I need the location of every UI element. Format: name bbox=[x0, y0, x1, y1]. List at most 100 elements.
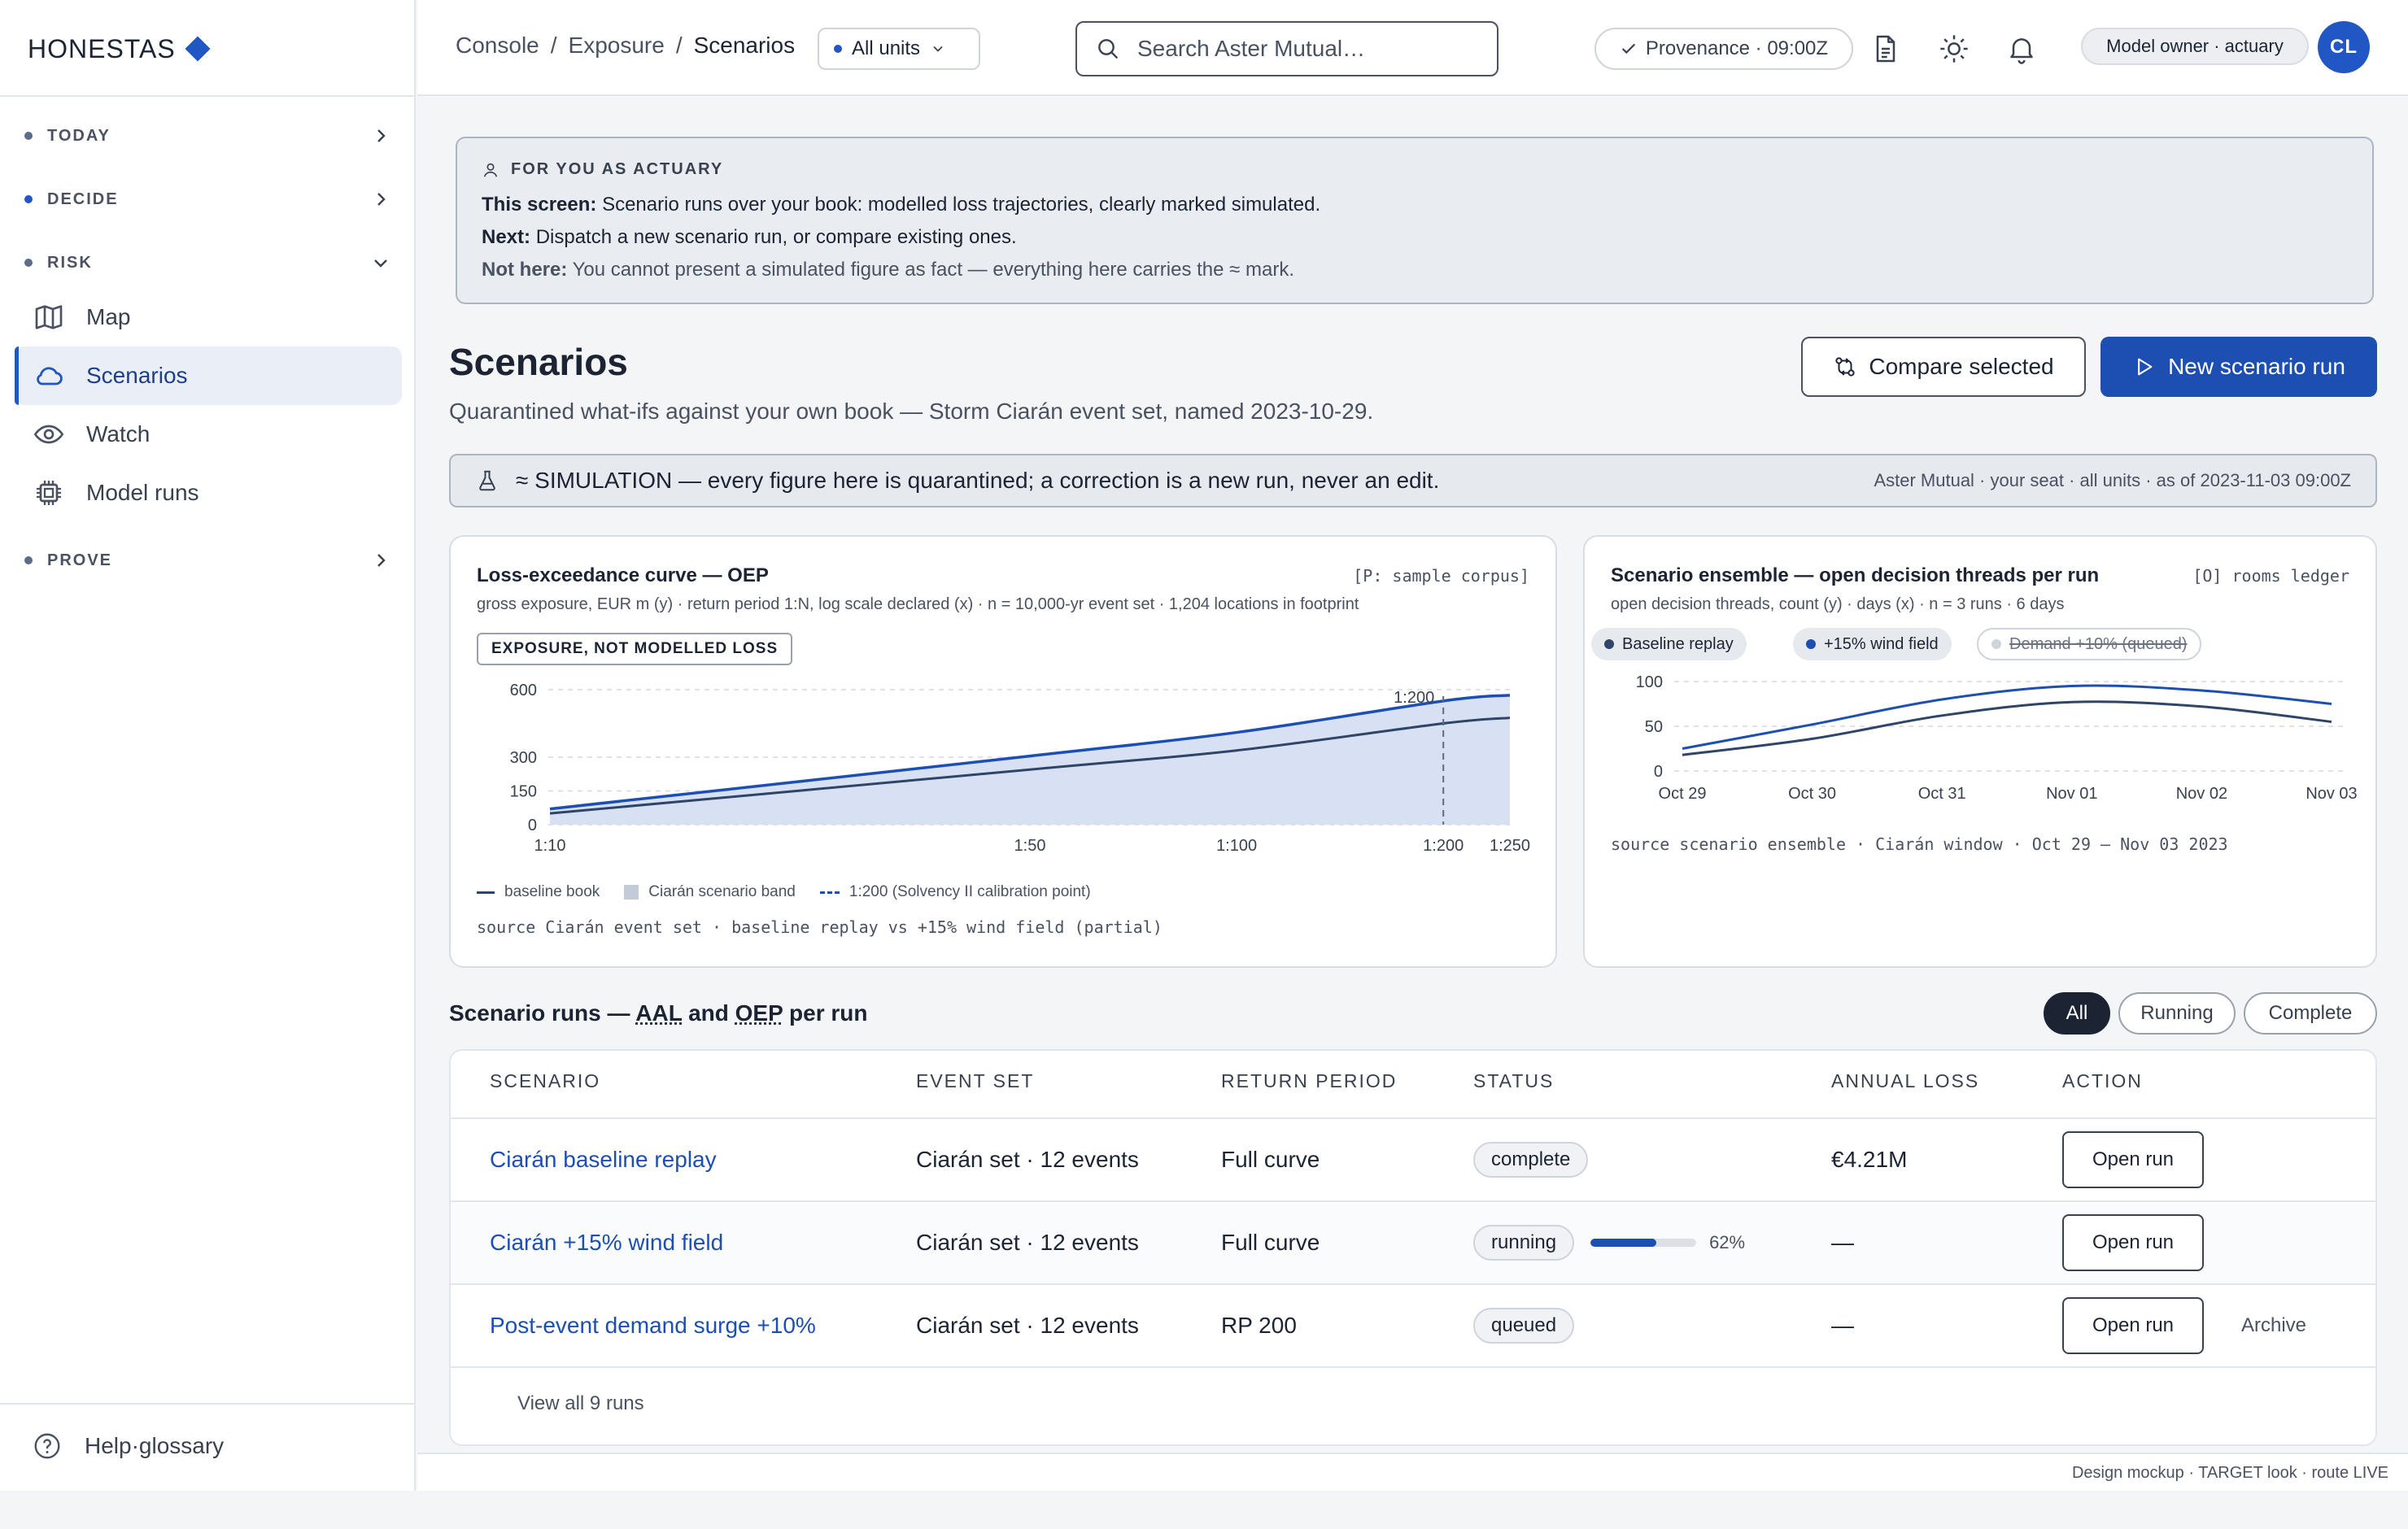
return-period-cell: RP 200 bbox=[1221, 1313, 1297, 1338]
breadcrumb-item[interactable]: Exposure bbox=[569, 33, 665, 59]
filter-all[interactable]: All bbox=[2044, 992, 2110, 1035]
theme-sun-icon[interactable] bbox=[1938, 33, 1970, 65]
chevron-down-icon bbox=[371, 253, 390, 272]
x-tick-label: Nov 02 bbox=[2176, 785, 2227, 803]
action-cell: Open run bbox=[2062, 1119, 2204, 1200]
provenance-badge[interactable]: Provenance · 09:00Z bbox=[1594, 28, 1853, 70]
chevron-down-icon bbox=[930, 41, 946, 57]
callout-line: Next: Dispatch a new scenario run, or co… bbox=[482, 226, 1017, 249]
status-badge: running bbox=[1473, 1225, 1575, 1261]
user-icon bbox=[482, 161, 499, 179]
simulation-banner: ≈ SIMULATION — every figure here is quar… bbox=[449, 454, 2377, 507]
divider bbox=[0, 95, 416, 97]
logo[interactable]: HONESTAS bbox=[28, 33, 211, 65]
chevron-right-icon bbox=[371, 551, 390, 570]
open-run-button[interactable]: Open run bbox=[2062, 1214, 2204, 1271]
scenario-link[interactable]: Ciarán +15% wind field bbox=[490, 1230, 723, 1256]
column-header[interactable]: EVENT SET bbox=[916, 1070, 1034, 1092]
archive-button[interactable]: Archive bbox=[2241, 1314, 2306, 1337]
sidebar-section-decide[interactable]: DECIDE bbox=[24, 183, 390, 216]
role-badge[interactable]: Model owner · actuary bbox=[2081, 28, 2309, 65]
page-subtitle: Quarantined what-ifs against your own bo… bbox=[449, 399, 1374, 424]
annual-loss-cell: €4.21M bbox=[1831, 1147, 1908, 1172]
topbar: Console / Exposure / Scenarios All units… bbox=[417, 0, 2408, 96]
y-tick-label: 300 bbox=[510, 749, 537, 767]
help-icon bbox=[33, 1431, 62, 1461]
help-glossary-link[interactable]: Help·glossary bbox=[33, 1431, 224, 1461]
breadcrumb-item[interactable]: Console bbox=[456, 33, 539, 59]
breadcrumb: Console / Exposure / Scenarios bbox=[456, 33, 795, 59]
column-header[interactable]: RETURN PERIOD bbox=[1221, 1070, 1397, 1092]
scenario-cell: Post-event demand surge +10% bbox=[490, 1285, 816, 1366]
legend-label: 1:200 (Solvency II calibration point) bbox=[848, 883, 1091, 900]
chart-legend: baseline book Ciarán scenario band 1:200… bbox=[477, 883, 1091, 901]
avatar[interactable]: CL bbox=[2318, 21, 2370, 73]
oep-term[interactable]: OEP bbox=[735, 1000, 783, 1026]
footer-text: Design mockup · TARGET look · route LIVE bbox=[2071, 1464, 2388, 1482]
y-tick-label: 0 bbox=[528, 817, 537, 834]
aal-term[interactable]: AAL bbox=[635, 1000, 682, 1026]
sidebar-item-map[interactable]: Map bbox=[15, 288, 402, 346]
column-header[interactable]: ANNUAL LOSS bbox=[1831, 1070, 1979, 1092]
scenario-cell: Ciarán +15% wind field bbox=[490, 1202, 723, 1283]
section-dot-icon bbox=[24, 132, 33, 140]
x-tick-label: Oct 30 bbox=[1788, 785, 1836, 803]
callout-line-text: You cannot present a simulated figure as… bbox=[572, 259, 1294, 281]
table-row: Ciarán baseline replay Ciarán set · 12 e… bbox=[451, 1119, 2375, 1202]
section-dot-icon bbox=[24, 259, 33, 267]
open-run-button[interactable]: Open run bbox=[2062, 1297, 2204, 1354]
divider bbox=[0, 1403, 416, 1405]
bell-icon[interactable] bbox=[2005, 33, 2038, 65]
play-icon bbox=[2132, 355, 2155, 378]
view-all-runs-link[interactable]: View all 9 runs bbox=[517, 1392, 644, 1415]
section-label: DECIDE bbox=[47, 189, 119, 208]
sidebar-item-scenarios[interactable]: Scenarios bbox=[15, 346, 402, 405]
section-label: TODAY bbox=[47, 126, 111, 145]
x-tick-label: Oct 29 bbox=[1659, 785, 1707, 803]
oep-chart-card: Loss-exceedance curve — OEP [P: sample c… bbox=[449, 535, 1557, 968]
sidebar-item-model-runs[interactable]: Model runs bbox=[15, 464, 402, 522]
page-title: Scenarios bbox=[449, 341, 628, 383]
column-header[interactable]: SCENARIO bbox=[490, 1070, 600, 1092]
scenario-cell: Ciarán baseline replay bbox=[490, 1119, 717, 1200]
table-row: Post-event demand surge +10% Ciarán set … bbox=[451, 1285, 2375, 1368]
new-scenario-run-button[interactable]: New scenario run bbox=[2100, 337, 2377, 397]
scenario-link[interactable]: Post-event demand surge +10% bbox=[490, 1313, 816, 1339]
sidebar-item-label: Watch bbox=[86, 421, 150, 447]
compare-icon bbox=[1833, 355, 1857, 379]
sidebar-item-watch[interactable]: Watch bbox=[15, 405, 402, 464]
filter-complete[interactable]: Complete bbox=[2244, 992, 2377, 1035]
status-cell: running 62% bbox=[1473, 1202, 1745, 1283]
filter-running[interactable]: Running bbox=[2118, 992, 2236, 1035]
units-dropdown[interactable]: All units bbox=[818, 28, 980, 70]
progress-fill bbox=[1590, 1239, 1656, 1247]
baseline-replay-line bbox=[1682, 700, 2332, 756]
column-header[interactable]: STATUS bbox=[1473, 1070, 1554, 1092]
search-input[interactable] bbox=[1137, 36, 1463, 62]
y-tick-label: 100 bbox=[1636, 673, 1663, 691]
section-label: RISK bbox=[47, 253, 93, 272]
sidebar-section-today[interactable]: TODAY bbox=[24, 120, 390, 152]
runs-title-and: and bbox=[682, 1000, 735, 1026]
legend-line-swatch bbox=[477, 891, 495, 894]
document-icon[interactable] bbox=[1869, 33, 1902, 65]
scenario-link[interactable]: Ciarán baseline replay bbox=[490, 1147, 717, 1173]
search-box[interactable] bbox=[1075, 21, 1498, 76]
status-badge: queued bbox=[1473, 1308, 1575, 1344]
scenario-band-area bbox=[550, 695, 1510, 825]
progress-bar bbox=[1590, 1239, 1697, 1247]
status-badge: complete bbox=[1473, 1142, 1589, 1178]
callout-caption: FOR YOU AS ACTUARY bbox=[482, 160, 723, 179]
x-tick-label: 1:200 bbox=[1423, 837, 1464, 855]
x-tick-label: 1:250 bbox=[1490, 837, 1530, 855]
column-header[interactable]: ACTION bbox=[2062, 1070, 2143, 1092]
open-run-button[interactable]: Open run bbox=[2062, 1131, 2204, 1188]
ensemble-chart-card: Scenario ensemble — open decision thread… bbox=[1583, 535, 2377, 968]
sidebar-section-prove[interactable]: PROVE bbox=[24, 544, 390, 577]
chart-source: source scenario ensemble · Ciarán window… bbox=[1611, 834, 2228, 854]
sidebar-section-risk[interactable]: RISK bbox=[24, 246, 390, 279]
chip-icon bbox=[33, 477, 65, 509]
search-icon bbox=[1095, 36, 1121, 62]
compare-selected-button[interactable]: Compare selected bbox=[1801, 337, 2086, 397]
runs-section-title: Scenario runs — AAL and OEP per run bbox=[449, 1000, 868, 1026]
